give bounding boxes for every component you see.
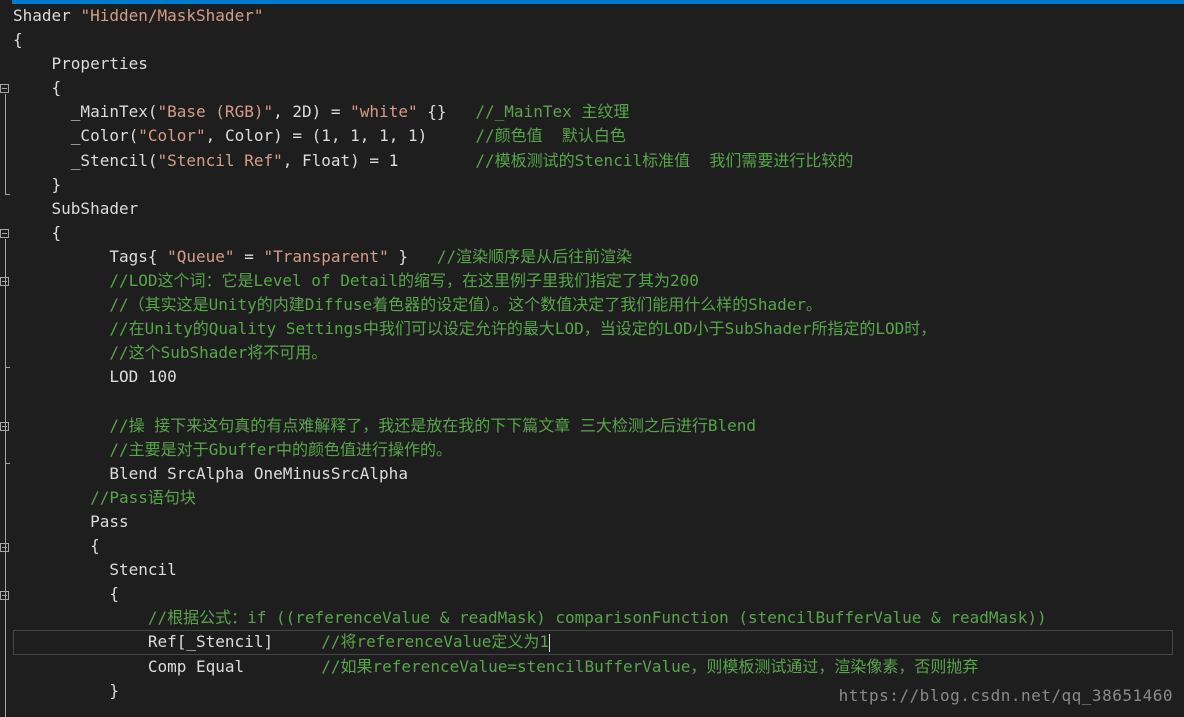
watermark: https://blog.csdn.net/qq_38651460 xyxy=(838,686,1173,705)
code-text: _Color( xyxy=(13,126,139,146)
code-line[interactable]: LOD 100 xyxy=(13,365,1173,389)
code-line[interactable]: { xyxy=(13,221,1173,245)
code-string: "Color" xyxy=(138,126,206,146)
outlining-gutter xyxy=(0,0,12,717)
code-comment: //主要是对于Gbuffer中的颜色值进行操作的。 xyxy=(13,439,453,459)
code-string: "Stencil Ref" xyxy=(157,150,283,170)
code-line[interactable]: Tags{ "Queue" = "Transparent" } //渲染顺序是从… xyxy=(13,245,1173,269)
outline-line xyxy=(5,94,6,194)
code-text: } xyxy=(388,246,437,266)
code-line[interactable]: //操 接下来这句真的有点难解释了，我还是放在我的下下篇文章 三大检测之后进行B… xyxy=(13,414,1173,438)
code-string: "Base (RGB)" xyxy=(157,102,274,122)
code-line[interactable]: { xyxy=(13,76,1173,100)
code-string: "Queue" xyxy=(167,246,235,266)
code-text: _MainTex( xyxy=(13,102,158,122)
code-comment: //操 接下来这句真的有点难解释了，我还是放在我的下下篇文章 三大检测之后进行B… xyxy=(13,415,757,435)
collapse-comment-icon[interactable] xyxy=(0,277,9,286)
code-comment: //将referenceValue定义为1 xyxy=(321,632,550,652)
code-line[interactable]: Blend SrcAlpha OneMinusSrcAlpha xyxy=(13,462,1173,486)
collapse-stencil-icon[interactable] xyxy=(0,591,9,600)
code-text: {} xyxy=(417,102,476,122)
code-line[interactable]: _MainTex("Base (RGB)", 2D) = "white" {} … xyxy=(13,100,1173,124)
code-line[interactable]: { xyxy=(13,582,1173,606)
code-comment: //在Unity的Quality Settings中我们可以设定允许的最大LOD… xyxy=(13,319,937,339)
code-comment: //渲染顺序是从后往前渲染 xyxy=(436,246,633,266)
code-text: { xyxy=(13,536,100,556)
code-comment: //如果referenceValue=stencilBufferValue，则模… xyxy=(321,656,979,676)
code-text: Tags{ xyxy=(13,246,168,266)
code-line[interactable]: { xyxy=(13,534,1173,558)
code-text: Ref[_Stencil] xyxy=(13,632,322,652)
code-string: "Hidden/MaskShader" xyxy=(80,6,264,25)
code-line[interactable]: Shader "Hidden/MaskShader" xyxy=(13,4,1173,28)
code-text: { xyxy=(13,78,62,98)
code-editor[interactable]: Shader "Hidden/MaskShader"{ Properties {… xyxy=(13,4,1173,703)
code-text: } xyxy=(13,174,62,194)
code-text: { xyxy=(13,584,119,604)
collapse-properties-icon[interactable] xyxy=(0,84,9,93)
code-line[interactable]: //这个SubShader将不可用。 xyxy=(13,341,1173,365)
collapse-comment-icon[interactable] xyxy=(0,422,9,431)
code-text: , Float) = 1 xyxy=(282,150,476,170)
code-text: Pass xyxy=(13,511,129,531)
outline-tick xyxy=(5,194,10,195)
code-text: Properties xyxy=(13,54,148,74)
code-text: , 2D) = xyxy=(273,102,351,122)
code-line[interactable]: _Color("Color", Color) = (1, 1, 1, 1) //… xyxy=(13,124,1173,148)
collapse-pass-icon[interactable] xyxy=(0,543,9,552)
code-string: "Transparent" xyxy=(263,246,389,266)
code-line[interactable]: Properties xyxy=(13,52,1173,76)
collapse-subshader-icon[interactable] xyxy=(0,229,9,238)
code-comment: //颜色值 默认白色 xyxy=(475,126,626,146)
outline-tick xyxy=(5,463,10,464)
text-caret xyxy=(549,633,551,652)
code-text: Comp Equal xyxy=(13,656,322,676)
code-comment: //_MainTex 主纹理 xyxy=(475,102,630,122)
code-line[interactable]: //根据公式：if ((referenceValue & readMask) c… xyxy=(13,606,1173,630)
code-line[interactable]: Pass xyxy=(13,510,1173,534)
code-line[interactable] xyxy=(13,390,1173,414)
code-text: LOD 100 xyxy=(13,367,177,387)
code-comment: //Pass语句块 xyxy=(13,487,196,507)
code-comment: //这个SubShader将不可用。 xyxy=(13,343,328,363)
code-line[interactable]: SubShader xyxy=(13,197,1173,221)
code-text: , Color) = (1, 1, 1, 1) xyxy=(205,126,476,146)
code-text: } xyxy=(13,680,119,700)
code-comment: //（其实这是Unity的内建Diffuse着色器的设定值）。这个数值决定了我们… xyxy=(13,295,822,315)
code-text: { xyxy=(13,222,62,242)
code-text: { xyxy=(13,30,23,50)
code-line[interactable]: //Pass语句块 xyxy=(13,486,1173,510)
code-text: Stencil xyxy=(13,560,177,580)
code-line[interactable]: //（其实这是Unity的内建Diffuse着色器的设定值）。这个数值决定了我们… xyxy=(13,293,1173,317)
outline-tick xyxy=(5,367,10,368)
code-line[interactable]: Ref[_Stencil] //将referenceValue定义为1 xyxy=(13,630,1173,655)
code-comment: //LOD这个词：它是Level of Detail的缩写，在这里例子里我们指定… xyxy=(13,271,699,291)
code-line[interactable]: { xyxy=(13,28,1173,52)
code-string: "white" xyxy=(350,102,418,122)
code-line[interactable]: //主要是对于Gbuffer中的颜色值进行操作的。 xyxy=(13,438,1173,462)
code-comment: //根据公式：if ((referenceValue & readMask) c… xyxy=(13,608,1047,628)
code-text: Blend SrcAlpha OneMinusSrcAlpha xyxy=(13,463,408,483)
code-line[interactable]: } xyxy=(13,173,1173,197)
code-text: SubShader xyxy=(13,198,139,218)
outline-line xyxy=(5,239,6,717)
code-text: Shader xyxy=(13,6,81,25)
code-line[interactable]: Stencil xyxy=(13,558,1173,582)
code-text: = xyxy=(234,246,264,266)
code-text: _Stencil( xyxy=(13,150,158,170)
code-line[interactable]: //在Unity的Quality Settings中我们可以设定允许的最大LOD… xyxy=(13,317,1173,341)
code-line[interactable]: //LOD这个词：它是Level of Detail的缩写，在这里例子里我们指定… xyxy=(13,269,1173,293)
code-line[interactable]: _Stencil("Stencil Ref", Float) = 1 //模板测… xyxy=(13,149,1173,173)
code-line[interactable]: Comp Equal //如果referenceValue=stencilBuf… xyxy=(13,655,1173,679)
code-comment: //模板测试的Stencil标准值 我们需要进行比较的 xyxy=(475,150,854,170)
